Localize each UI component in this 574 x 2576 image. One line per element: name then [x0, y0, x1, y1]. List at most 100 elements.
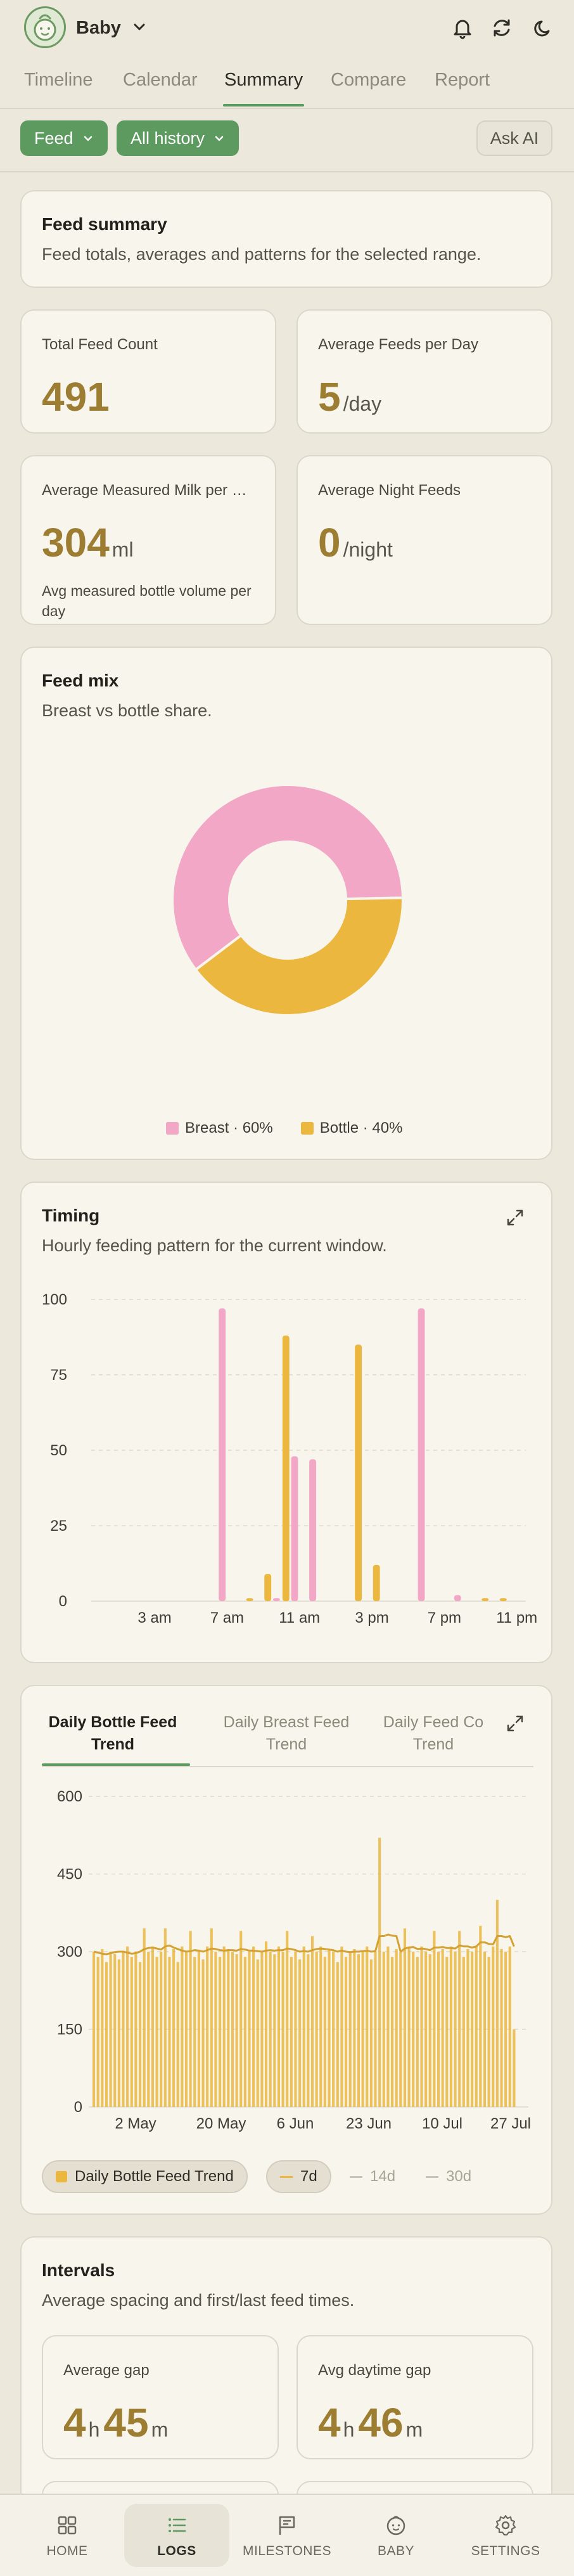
- tab-timeline[interactable]: Timeline: [24, 70, 93, 91]
- minutes-unit: m: [151, 2418, 169, 2441]
- trend-tab-bottle[interactable]: Daily Bottle Feed Trend: [39, 1711, 186, 1756]
- trend-bar: [176, 1962, 179, 2107]
- trend-bar: [160, 1952, 163, 2107]
- nav-label: SETTINGS: [471, 2544, 540, 2558]
- stat-label: Average Feeds per Day: [318, 336, 479, 353]
- trend-card: Daily Bottle Feed Trend Daily Breast Fee…: [20, 1685, 552, 2215]
- trend-bar: [433, 1931, 436, 2107]
- x-tick-label: 10 Jul: [422, 2115, 462, 2132]
- trend-bar: [416, 1957, 419, 2107]
- trend-bar: [310, 1936, 314, 2107]
- intervals-card: Intervals Average spacing and first/last…: [20, 2236, 552, 2557]
- nav-baby[interactable]: BABY: [345, 2495, 447, 2576]
- trend-bar: [181, 1946, 184, 2107]
- trend-bar: [395, 1948, 398, 2107]
- trend-bar: [361, 1952, 364, 2107]
- trend-bar: [193, 1957, 196, 2107]
- range-chip-14d[interactable]: 14d: [337, 2160, 408, 2193]
- trend-bar: [366, 1946, 369, 2107]
- trend-tab-indicator: [42, 1763, 190, 1766]
- trend-bar: [399, 1952, 402, 2107]
- trend-bar: [290, 1957, 293, 2107]
- bell-icon[interactable]: [450, 15, 475, 41]
- tab-summary[interactable]: Summary: [224, 70, 303, 91]
- moon-icon[interactable]: [531, 15, 556, 41]
- timing-bar-bottle: [499, 1598, 507, 1601]
- trend-bar: [256, 1959, 259, 2107]
- trend-bar: [239, 1931, 243, 2107]
- stat-value: 491: [42, 377, 112, 417]
- y-tick-label: 300: [57, 1943, 82, 1961]
- trend-bar: [428, 1954, 431, 2107]
- trend-bar: [235, 1954, 238, 2107]
- trend-bar: [445, 1957, 449, 2107]
- trend-bar: [479, 1926, 482, 2107]
- trend-bar: [420, 1946, 423, 2107]
- nav-logs[interactable]: LOGS: [126, 2495, 227, 2576]
- range-chip-7d[interactable]: 7d: [266, 2160, 331, 2193]
- nav-label: HOME: [46, 2544, 88, 2558]
- dash-icon: [280, 2175, 293, 2178]
- trend-bar: [412, 1952, 415, 2107]
- trend-bar: [471, 1952, 474, 2107]
- trend-legend-chip[interactable]: Daily Bottle Feed Trend: [42, 2160, 248, 2193]
- x-tick-label: 2 May: [115, 2115, 156, 2132]
- stat-value: 4 h46 m: [318, 2402, 423, 2443]
- trend-bar: [424, 1952, 428, 2107]
- dash-icon: [426, 2175, 438, 2178]
- tab-compare[interactable]: Compare: [331, 70, 406, 91]
- nav-settings[interactable]: SETTINGS: [455, 2495, 556, 2576]
- timing-bar-bottle: [355, 1344, 362, 1601]
- legend-swatch-bottle: [56, 2171, 67, 2182]
- baby-name[interactable]: Baby: [76, 18, 121, 39]
- list-icon: [169, 2518, 186, 2532]
- y-tick-label: 25: [50, 1517, 67, 1535]
- refresh-icon[interactable]: [489, 15, 514, 41]
- y-tick-label: 100: [42, 1291, 67, 1308]
- range-chip-30d[interactable]: 30d: [413, 2160, 484, 2193]
- trend-bar: [323, 1957, 326, 2107]
- baby-avatar-icon[interactable]: [24, 6, 66, 48]
- minutes: 46: [358, 2400, 404, 2445]
- card-title: Intervals: [42, 2260, 115, 2280]
- hours: 4: [318, 2400, 341, 2445]
- x-tick-label: 23 Jun: [346, 2115, 392, 2132]
- stat-unit: /night: [343, 538, 393, 561]
- trend-tab-feed-count[interactable]: Daily Feed Co Trend: [383, 1711, 484, 1756]
- legend-label: Daily Bottle Feed Trend: [75, 2168, 234, 2185]
- trend-bar: [248, 1952, 251, 2107]
- trend-bar: [214, 1952, 217, 2107]
- stat-unit: ml: [112, 538, 134, 561]
- tab-report[interactable]: Report: [435, 70, 490, 91]
- trend-bar: [315, 1952, 318, 2107]
- view-tabs: Timeline Calendar Summary Compare Report: [0, 58, 574, 109]
- trend-bar: [172, 1948, 175, 2107]
- expand-icon[interactable]: [504, 1713, 526, 1734]
- trend-bar: [134, 1952, 137, 2107]
- feed-type-filter[interactable]: Feed: [20, 120, 108, 156]
- active-tab-indicator: [223, 104, 304, 106]
- timing-bar-bottle: [482, 1598, 489, 1601]
- nav-home[interactable]: HOME: [16, 2495, 118, 2576]
- ask-ai-button[interactable]: Ask AI: [476, 120, 552, 156]
- trend-bar: [210, 1928, 213, 2107]
- range-filter[interactable]: All history: [117, 120, 239, 156]
- trend-bar: [155, 1957, 158, 2107]
- trend-bar: [264, 1941, 268, 2107]
- trend-bar: [117, 1959, 120, 2107]
- trend-bar: [206, 1946, 209, 2107]
- gear-icon: [495, 2515, 516, 2536]
- trend-bar: [130, 1957, 133, 2107]
- trend-bar: [126, 1946, 129, 2107]
- tab-calendar[interactable]: Calendar: [123, 70, 198, 91]
- card-subtitle: Breast vs bottle share.: [42, 701, 212, 720]
- expand-icon[interactable]: [504, 1207, 526, 1228]
- stat-label: Average Measured Milk per Day: [42, 482, 257, 499]
- timing-bar-breast: [219, 1308, 226, 1601]
- nav-milestones[interactable]: MILESTONES: [236, 2495, 338, 2576]
- chevron-down-icon[interactable]: [131, 18, 148, 39]
- trend-bar: [105, 1962, 108, 2107]
- trend-bar: [151, 1946, 154, 2107]
- trend-tab-breast[interactable]: Daily Breast Feed Trend: [213, 1711, 360, 1756]
- trend-bar: [260, 1952, 264, 2107]
